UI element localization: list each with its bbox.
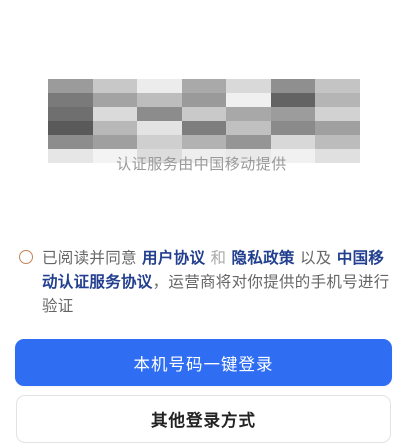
mosaic-cell <box>315 135 360 149</box>
mosaic-cell <box>270 135 316 149</box>
mosaic-cell <box>48 79 93 93</box>
mosaic-cell <box>137 135 182 149</box>
privacy-policy-link[interactable]: 隐私政策 <box>232 249 295 267</box>
mosaic-cell <box>137 107 182 121</box>
mosaic-cell <box>226 79 271 93</box>
mosaic-cell <box>270 79 316 93</box>
mosaic-cell <box>315 121 360 135</box>
user-agreement-link[interactable]: 用户协议 <box>142 249 205 267</box>
mosaic-cell <box>137 121 182 135</box>
mosaic-cell <box>226 107 271 121</box>
mosaic-cell <box>137 93 182 107</box>
mosaic-cell <box>270 93 316 107</box>
agreement-prefix: 已阅读并同意 <box>42 249 137 267</box>
agreement-text: 已阅读并同意 用户协议 和 隐私政策 以及 中国移动认证服务协议，运营商将对你提… <box>42 246 394 318</box>
mosaic-cell <box>270 107 316 121</box>
mosaic-cell <box>181 135 227 149</box>
mosaic-cell <box>315 93 360 107</box>
mosaic-cell <box>92 135 138 149</box>
mosaic-cell <box>315 107 360 121</box>
agreement-radio[interactable] <box>19 250 33 264</box>
mosaic-cell <box>181 93 227 107</box>
mosaic-cell <box>48 107 93 121</box>
mosaic-cell <box>48 93 93 107</box>
agreement-also: 以及 <box>299 249 332 267</box>
mosaic-cell <box>181 107 227 121</box>
mosaic-cell <box>181 121 227 135</box>
mosaic-cell <box>92 121 138 135</box>
agreement-and: 和 <box>210 249 227 267</box>
masked-phone-number <box>48 79 360 163</box>
one-click-login-button[interactable]: 本机号码一键登录 <box>15 339 392 386</box>
mosaic-cell <box>92 107 138 121</box>
mosaic-cell <box>92 79 138 93</box>
mosaic-cell <box>48 121 93 135</box>
mosaic-cell <box>92 93 138 107</box>
mosaic-cell <box>315 79 360 93</box>
mosaic-cell <box>181 79 227 93</box>
mosaic-cell <box>226 93 271 107</box>
login-screen: 认证服务由中国移动提供 已阅读并同意 用户协议 和 隐私政策 以及 中国移动认证… <box>0 0 403 443</box>
mosaic-cell <box>48 135 93 149</box>
provider-note: 认证服务由中国移动提供 <box>116 155 287 173</box>
mosaic-cell <box>270 121 316 135</box>
mosaic-cell <box>137 79 182 93</box>
mosaic-cell <box>226 135 271 149</box>
other-login-button[interactable]: 其他登录方式 <box>16 395 391 443</box>
mosaic-cell <box>226 121 271 135</box>
